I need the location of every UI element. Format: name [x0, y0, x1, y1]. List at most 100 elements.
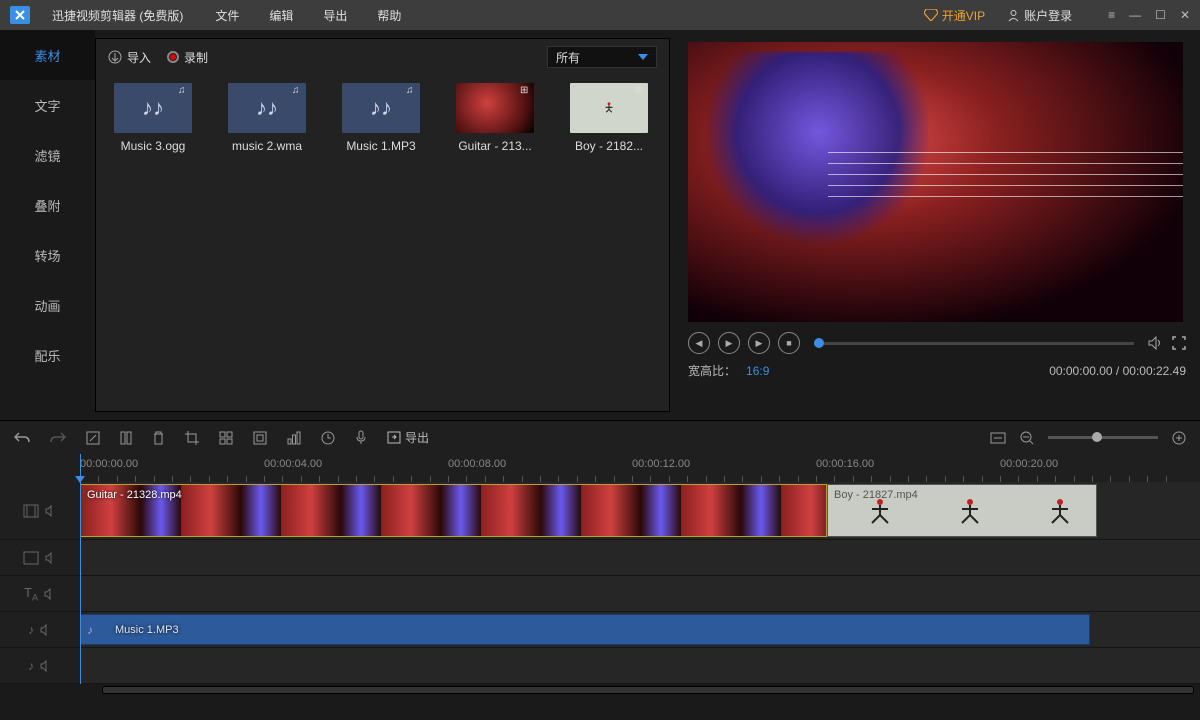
track-head[interactable]	[0, 482, 80, 539]
titlebar: 迅捷视频剪辑器 (免费版) 文件 编辑 导出 帮助 开通VIP 账户登录 ≡ —…	[0, 0, 1200, 30]
video-thumb: ⊞	[570, 83, 648, 133]
track-content[interactable]: Guitar - 21328.mp4 Boy - 21827.mp4	[80, 482, 1200, 539]
track-content[interactable]	[80, 648, 1200, 683]
split-icon[interactable]	[120, 431, 132, 445]
vip-button[interactable]: 开通VIP	[924, 7, 985, 24]
menu-help[interactable]: 帮助	[377, 7, 401, 24]
zoom-icon[interactable]	[253, 431, 267, 445]
track-head[interactable]: ♪	[0, 648, 80, 683]
record-icon	[167, 51, 179, 63]
close-icon[interactable]: ✕	[1180, 8, 1190, 22]
volume-icon[interactable]	[1148, 336, 1164, 350]
duration-icon[interactable]	[321, 431, 335, 445]
track-content[interactable]	[80, 540, 1200, 575]
freeze-icon[interactable]	[287, 431, 301, 445]
speaker-icon	[40, 660, 52, 672]
app-title: 迅捷视频剪辑器 (免费版)	[52, 7, 183, 24]
delete-icon[interactable]	[152, 431, 165, 445]
stop-button[interactable]: ■	[778, 332, 800, 354]
fit-icon[interactable]	[990, 432, 1006, 444]
tab-overlay[interactable]: 叠附	[0, 180, 95, 230]
film-icon	[23, 551, 39, 565]
preview-screen[interactable]	[688, 42, 1183, 322]
tab-transition[interactable]: 转场	[0, 230, 95, 280]
music-icon: ♪	[87, 623, 93, 637]
menu-edit[interactable]: 编辑	[269, 7, 293, 24]
fullscreen-icon[interactable]	[1172, 336, 1186, 350]
speaker-icon	[45, 505, 57, 517]
aspect-ratio-value[interactable]: 16:9	[746, 364, 769, 378]
video-clip[interactable]: Guitar - 21328.mp4	[80, 484, 827, 537]
timeline-export-button[interactable]: 导出	[387, 429, 429, 446]
speaker-icon	[40, 624, 52, 636]
menu-file[interactable]: 文件	[215, 7, 239, 24]
main-menu: 文件 编辑 导出 帮助	[215, 7, 401, 24]
import-icon	[108, 50, 122, 64]
next-frame-button[interactable]: ▶	[748, 332, 770, 354]
audio-thumb: ♪♪♫	[228, 83, 306, 133]
import-button[interactable]: 导入	[108, 49, 151, 66]
timecode: 00:00:00.00 / 00:00:22.49	[1049, 364, 1186, 378]
seek-slider[interactable]	[814, 342, 1134, 345]
track-head[interactable]	[0, 540, 80, 575]
tab-media[interactable]: 素材	[0, 30, 95, 80]
media-grid: ♪♪♫ Music 3.ogg ♪♪♫ music 2.wma ♪♪♫ Musi…	[96, 75, 669, 161]
menu-export[interactable]: 导出	[323, 7, 347, 24]
zoom-in-icon[interactable]	[1172, 431, 1186, 445]
redo-icon[interactable]	[50, 431, 66, 445]
zoom-slider[interactable]	[1048, 436, 1158, 439]
speaker-icon	[44, 588, 56, 600]
video-thumb: ⊞	[456, 83, 534, 133]
side-nav: 素材 文字 滤镜 叠附 转场 动画 配乐	[0, 30, 95, 420]
undo-icon[interactable]	[14, 431, 30, 445]
media-filter-select[interactable]: 所有	[547, 46, 657, 68]
chevron-down-icon	[638, 54, 648, 60]
audio-clip[interactable]: ♪ Music 1.MP3	[80, 614, 1090, 645]
track-head[interactable]: TA	[0, 576, 80, 611]
audio-thumb: ♪♪♫	[342, 83, 420, 133]
video-clip[interactable]: Boy - 21827.mp4	[827, 484, 1097, 537]
playhead[interactable]	[80, 454, 81, 684]
diamond-icon	[924, 9, 938, 21]
edit-icon[interactable]	[86, 431, 100, 445]
text-track: TA	[0, 576, 1200, 612]
tab-music[interactable]: 配乐	[0, 330, 95, 380]
voiceover-icon[interactable]	[355, 430, 367, 445]
horizontal-scrollbar	[0, 684, 1200, 696]
track-content[interactable]	[80, 576, 1200, 611]
tab-filter[interactable]: 滤镜	[0, 130, 95, 180]
video-track-1: Guitar - 21328.mp4 Boy - 21827.mp4	[0, 482, 1200, 540]
media-item[interactable]: ♪♪♫ Music 3.ogg	[108, 83, 198, 153]
hamburger-icon[interactable]: ≡	[1108, 8, 1115, 22]
transport-bar: ◀ ▶ ▶ ■	[688, 322, 1186, 354]
scrollbar-thumb[interactable]	[102, 686, 1194, 694]
media-item[interactable]: ⊞ Boy - 2182...	[564, 83, 654, 153]
timeline: 00:00:00.00 00:00:04.00 00:00:08.00 00:0…	[0, 454, 1200, 696]
login-button[interactable]: 账户登录	[1007, 7, 1072, 24]
app-logo	[10, 6, 30, 24]
preview-panel: ◀ ▶ ▶ ■ 宽高比： 16:9 00:00:00.00 / 00:00:22…	[670, 30, 1200, 420]
minimize-icon[interactable]: —	[1129, 8, 1141, 22]
zoom-out-icon[interactable]	[1020, 431, 1034, 445]
track-head[interactable]: ♪	[0, 612, 80, 647]
film-icon	[23, 504, 39, 518]
track-content[interactable]: ♪ Music 1.MP3	[80, 612, 1200, 647]
media-panel: 导入 录制 所有 ♪♪♫ Music 3.ogg ♪♪♫ music 2.wma…	[95, 38, 670, 412]
text-icon: TA	[24, 585, 38, 603]
crop-icon[interactable]	[185, 431, 199, 445]
window-controls: ≡ — ☐ ✕	[1108, 8, 1190, 22]
tab-animation[interactable]: 动画	[0, 280, 95, 330]
tab-text[interactable]: 文字	[0, 80, 95, 130]
aspect-ratio-label: 宽高比：	[688, 362, 736, 379]
user-icon	[1007, 9, 1020, 22]
media-item[interactable]: ⊞ Guitar - 213...	[450, 83, 540, 153]
music-icon: ♪	[28, 623, 34, 637]
record-button[interactable]: 录制	[167, 49, 208, 66]
mosaic-icon[interactable]	[219, 431, 233, 445]
media-item[interactable]: ♪♪♫ music 2.wma	[222, 83, 312, 153]
media-item[interactable]: ♪♪♫ Music 1.MP3	[336, 83, 426, 153]
maximize-icon[interactable]: ☐	[1155, 8, 1166, 22]
time-ruler[interactable]: 00:00:00.00 00:00:04.00 00:00:08.00 00:0…	[80, 454, 1200, 482]
prev-frame-button[interactable]: ◀	[688, 332, 710, 354]
play-button[interactable]: ▶	[718, 332, 740, 354]
